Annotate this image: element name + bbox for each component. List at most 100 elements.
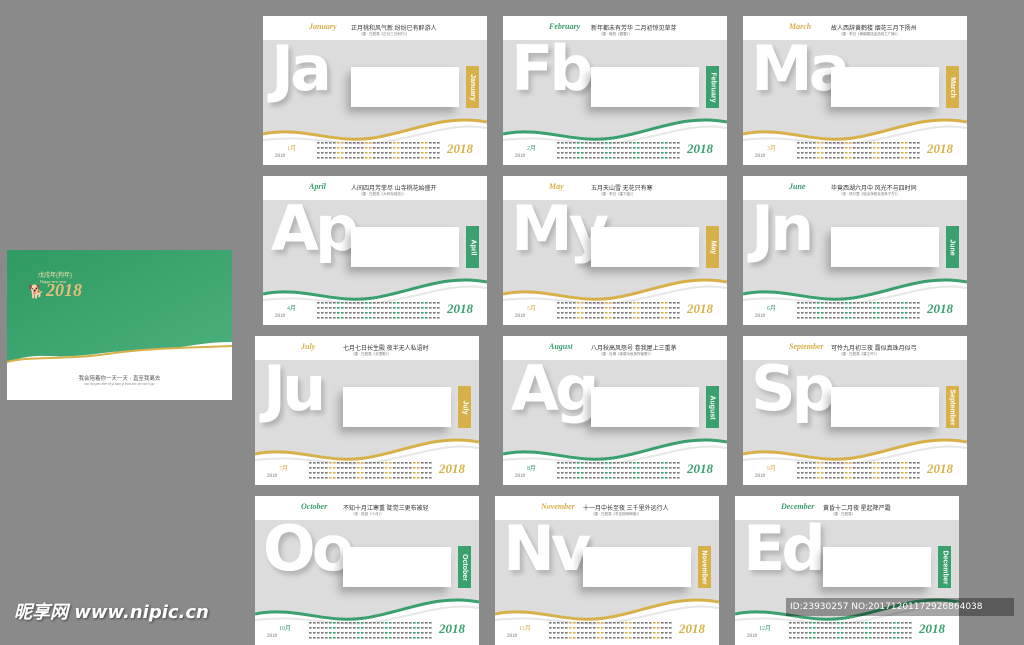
day-cell <box>633 302 636 304</box>
day-cell <box>625 312 628 314</box>
day-cell <box>593 622 596 624</box>
day-cell <box>653 467 656 469</box>
day-cell <box>421 467 424 469</box>
day-cell <box>569 462 572 464</box>
month-name-english: February <box>549 22 581 31</box>
day-cell <box>873 302 876 304</box>
day-cell <box>633 147 636 149</box>
day-cell <box>361 622 364 624</box>
day-cell <box>417 152 420 154</box>
day-cell <box>789 622 792 624</box>
month-poem: 黄昏十二月夜 星起降严霜 <box>823 506 891 512</box>
day-cell <box>561 637 564 639</box>
day-cell <box>665 477 668 479</box>
day-cell <box>661 157 664 159</box>
day-cell <box>381 472 384 474</box>
month-poem-source: （唐 · 白居易《长恨歌》） <box>351 352 391 356</box>
day-cell <box>889 472 892 474</box>
day-cell <box>613 462 616 464</box>
day-cell <box>625 632 628 634</box>
day-cell <box>889 462 892 464</box>
day-cell <box>609 152 612 154</box>
day-cell <box>321 312 324 314</box>
day-cell <box>857 147 860 149</box>
day-cell <box>349 147 352 149</box>
day-cell <box>365 637 368 639</box>
day-cell <box>805 312 808 314</box>
day-cell <box>861 152 864 154</box>
day-cell <box>629 307 632 309</box>
day-cell <box>677 467 680 469</box>
day-cell <box>353 632 356 634</box>
day-cell <box>417 307 420 309</box>
day-cell <box>337 472 340 474</box>
day-cell <box>425 472 428 474</box>
day-cell <box>645 152 648 154</box>
day-cell <box>881 142 884 144</box>
day-cell <box>825 302 828 304</box>
day-grid <box>789 622 912 639</box>
day-cell <box>817 317 820 319</box>
day-cell <box>401 467 404 469</box>
day-cell <box>801 462 804 464</box>
day-cell <box>865 467 868 469</box>
month-number: 1月 <box>287 146 297 152</box>
day-cell <box>597 307 600 309</box>
year-logo: 2018 <box>687 301 713 316</box>
day-cell <box>389 142 392 144</box>
day-cell <box>613 142 616 144</box>
day-cell <box>581 147 584 149</box>
day-cell <box>613 302 616 304</box>
day-cell <box>873 467 876 469</box>
day-cell <box>389 472 392 474</box>
day-cell <box>341 462 344 464</box>
day-cell <box>565 462 568 464</box>
day-cell <box>369 302 372 304</box>
day-cell <box>393 147 396 149</box>
month-poem: 八月秋高风怒号 卷我屋上三重茅 <box>591 346 677 352</box>
day-cell <box>809 317 812 319</box>
day-cell <box>349 637 352 639</box>
day-cell <box>433 302 436 304</box>
day-cell <box>901 302 904 304</box>
day-cell <box>645 147 648 149</box>
day-cell <box>365 632 368 634</box>
day-cell <box>905 462 908 464</box>
day-cell <box>913 147 916 149</box>
day-cell <box>601 147 604 149</box>
month-side-tab: January <box>466 66 479 108</box>
day-cell <box>849 637 852 639</box>
day-cell <box>833 302 836 304</box>
day-cell <box>333 467 336 469</box>
day-cell <box>345 142 348 144</box>
day-cell <box>557 472 560 474</box>
day-cell <box>649 142 652 144</box>
day-cell <box>345 152 348 154</box>
day-cell <box>569 477 572 479</box>
day-cell <box>325 632 328 634</box>
site-watermark: 昵享网 www.nipic.cn <box>14 602 209 623</box>
day-cell <box>325 312 328 314</box>
day-cell <box>813 462 816 464</box>
day-cell <box>341 477 344 479</box>
day-cell <box>597 637 600 639</box>
day-cell <box>309 637 312 639</box>
day-cell <box>653 142 656 144</box>
day-cell <box>853 472 856 474</box>
day-cell <box>337 307 340 309</box>
day-cell <box>417 467 420 469</box>
day-cell <box>897 622 900 624</box>
day-cell <box>849 622 852 624</box>
day-cell <box>797 307 800 309</box>
day-cell <box>673 312 676 314</box>
day-cell <box>917 307 920 309</box>
day-cell <box>425 302 428 304</box>
day-cell <box>605 637 608 639</box>
day-cell <box>349 312 352 314</box>
day-cell <box>429 142 432 144</box>
day-cell <box>397 317 400 319</box>
day-cell <box>333 302 336 304</box>
day-cell <box>669 622 672 624</box>
day-cell <box>853 157 856 159</box>
day-cell <box>333 622 336 624</box>
